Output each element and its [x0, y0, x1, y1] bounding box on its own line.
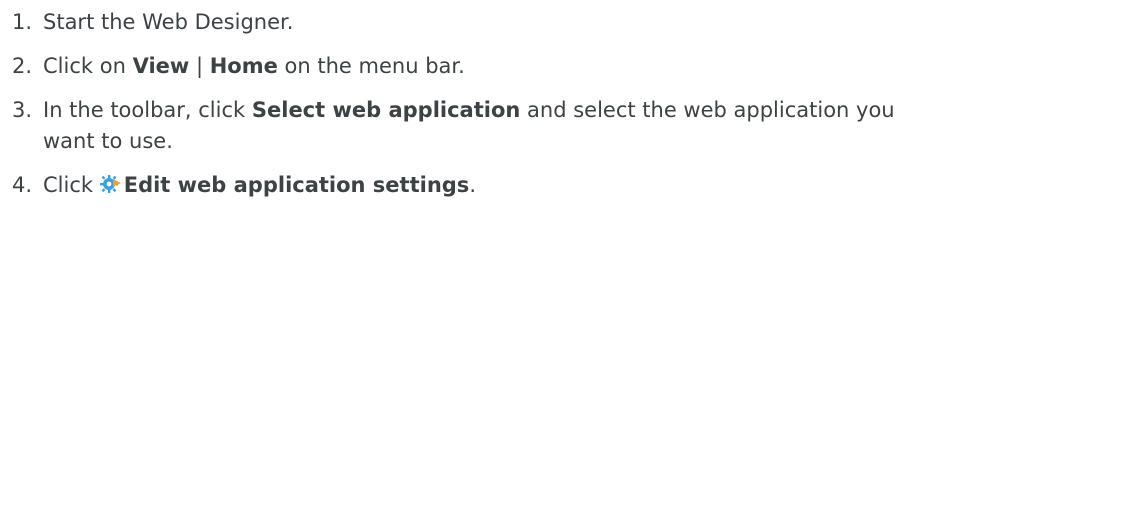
step-text: Click Edit web application settings. [43, 170, 476, 203]
step-text-continued: want to use. [43, 129, 173, 153]
step-number: 4. [12, 173, 33, 197]
step-number: 2. [12, 54, 33, 78]
step-text: Start the Web Designer. [43, 10, 294, 34]
step-text: In the toolbar, click Select web applica… [43, 98, 895, 122]
select-web-application-label: Select web application [251, 98, 521, 122]
menu-home-label: Home [209, 54, 278, 78]
step-text: Click on View | Home on the menu bar. [43, 54, 465, 78]
gear-settings-icon [99, 173, 122, 203]
document: 1. Start the Web Designer. 2. Click on V… [0, 0, 1139, 522]
edit-web-application-settings-label: Edit web application settings [123, 173, 470, 197]
step-number: 1. [12, 10, 33, 34]
step-number: 3. [12, 98, 33, 122]
menu-view-label: View [132, 54, 190, 78]
